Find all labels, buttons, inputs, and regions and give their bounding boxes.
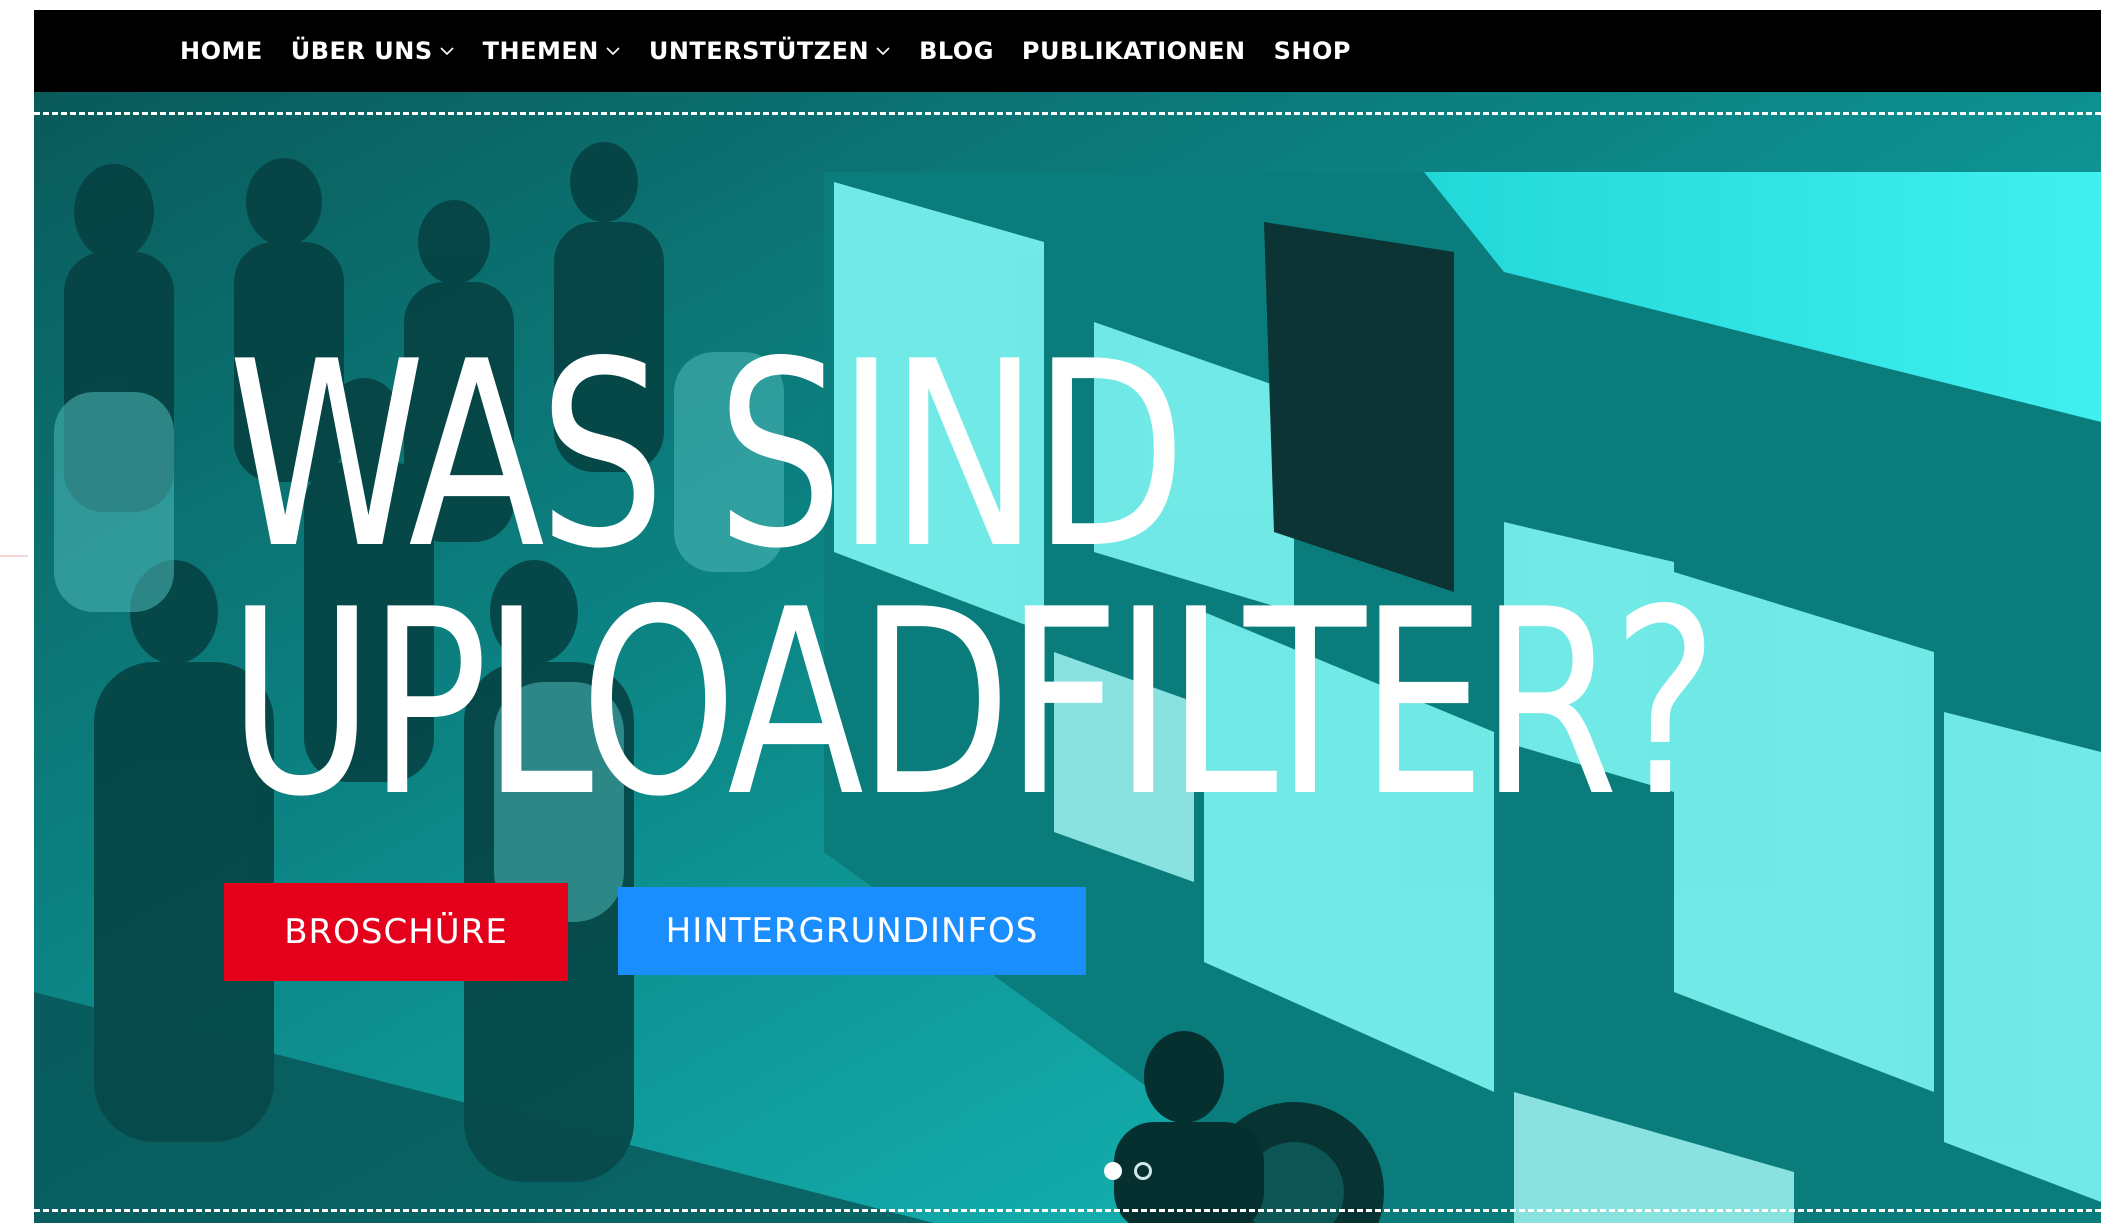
nav-item-label: HOME	[180, 37, 263, 65]
nav-item-label: ÜBER UNS	[290, 37, 433, 65]
chevron-down-icon	[875, 43, 891, 59]
page-margin	[0, 0, 34, 1223]
nav-item-label: PUBLIKATIONEN	[1021, 37, 1246, 65]
slider-pagination	[1104, 1162, 1152, 1180]
nav-item-home[interactable]: HOME	[180, 37, 263, 65]
hero-banner: WAS SIND UPLOADFILTER?	[34, 92, 2101, 1223]
headline-line-2: UPLOADFILTER?	[228, 555, 1718, 854]
nav-menu: HOME ÜBER UNS THEMEN UNTERSTÜTZEN BLOG P…	[180, 10, 1379, 92]
button-label: HINTERGRUNDINFOS	[665, 911, 1039, 951]
nav-item-unterstuetzen[interactable]: UNTERSTÜTZEN	[649, 37, 891, 65]
chevron-down-icon	[605, 43, 621, 59]
chevron-down-icon	[439, 43, 455, 59]
main-navbar: HOME ÜBER UNS THEMEN UNTERSTÜTZEN BLOG P…	[34, 10, 2101, 92]
brochure-button[interactable]: BROSCHÜRE	[224, 883, 568, 981]
nav-item-label: THEMEN	[482, 37, 599, 65]
nav-item-shop[interactable]: SHOP	[1274, 37, 1351, 65]
nav-item-themen[interactable]: THEMEN	[483, 37, 621, 65]
hero-headline: WAS SIND UPLOADFILTER?	[228, 307, 2078, 854]
slider-dot-2[interactable]	[1134, 1162, 1152, 1180]
dashed-divider-bottom	[34, 1209, 2101, 1212]
button-label: BROSCHÜRE	[284, 912, 508, 952]
slider-dot-1[interactable]	[1104, 1162, 1122, 1180]
margin-divider	[0, 555, 28, 557]
nav-item-label: BLOG	[919, 37, 994, 65]
background-info-button[interactable]: HINTERGRUNDINFOS	[618, 887, 1086, 975]
headline-line-1: WAS SIND	[228, 307, 1186, 605]
nav-item-label: UNTERSTÜTZEN	[648, 37, 870, 65]
nav-item-label: SHOP	[1273, 37, 1351, 65]
dashed-divider-top	[34, 112, 2101, 115]
nav-item-publikationen[interactable]: PUBLIKATIONEN	[1022, 37, 1246, 65]
nav-item-blog[interactable]: BLOG	[919, 37, 994, 65]
nav-item-ueber-uns[interactable]: ÜBER UNS	[291, 37, 455, 65]
